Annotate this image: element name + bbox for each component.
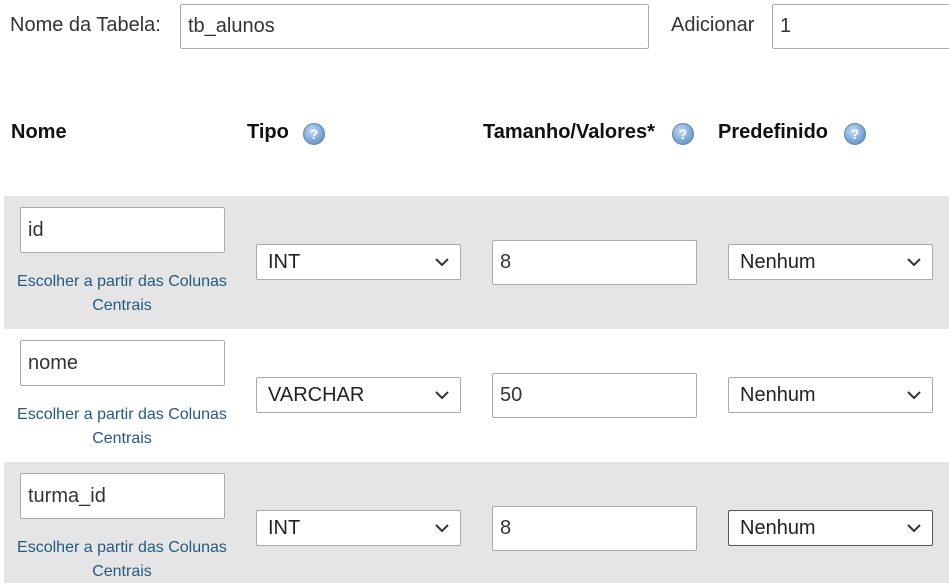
chevron-down-icon [435,521,449,535]
table-name-input[interactable]: tb_alunos [180,4,649,49]
column-row: nome Escolher a partir das Colunas Centr… [4,329,949,462]
chevron-down-icon [435,255,449,269]
column-type-select[interactable]: INT [256,244,461,280]
choose-central-columns-link[interactable]: Escolher a partir das Colunas Centrais [7,270,237,318]
header-default: Predefinido [718,121,829,143]
column-default-select[interactable]: Nenhum [728,510,933,546]
chevron-down-icon [907,521,921,535]
column-name-input[interactable]: turma_id [20,473,225,519]
chevron-down-icon [907,255,921,269]
column-length-input[interactable]: 8 [492,240,697,285]
selected-type: INT [268,250,301,273]
link-line: Escolher a partir das Colunas [17,539,227,556]
add-columns-count-input[interactable]: 1 [772,4,949,49]
column-name-input[interactable]: id [20,207,225,253]
help-icon[interactable]: ? [303,123,325,145]
header-type: Tipo [247,121,289,143]
column-name-input[interactable]: nome [20,340,225,386]
selected-default: Nenhum [740,516,816,539]
selected-default: Nenhum [740,250,816,273]
choose-central-columns-link[interactable]: Escolher a partir das Colunas Centrais [7,403,237,451]
selected-type: VARCHAR [268,383,365,406]
chevron-down-icon [435,388,449,402]
link-line: Centrais [92,563,152,580]
header-name: Nome [11,121,67,143]
add-columns-label: Adicionar [671,14,755,36]
column-default-select[interactable]: Nenhum [728,244,933,280]
link-line: Centrais [92,430,152,447]
link-line: Escolher a partir das Colunas [17,406,227,423]
choose-central-columns-link[interactable]: Escolher a partir das Colunas Centrais [7,536,237,584]
table-name-label: Nome da Tabela: [10,14,161,36]
chevron-down-icon [907,388,921,402]
help-icon[interactable]: ? [672,123,694,145]
column-type-select[interactable]: VARCHAR [256,377,461,413]
header-length-values: Tamanho/Valores* [483,121,655,143]
selected-type: INT [268,516,301,539]
link-line: Centrais [92,297,152,314]
selected-default: Nenhum [740,383,816,406]
column-default-select[interactable]: Nenhum [728,377,933,413]
link-line: Escolher a partir das Colunas [17,273,227,290]
column-row: turma_id Escolher a partir das Colunas C… [4,462,949,583]
column-length-input[interactable]: 50 [492,373,697,418]
help-icon[interactable]: ? [844,123,866,145]
column-type-select[interactable]: INT [256,510,461,546]
column-row: id Escolher a partir das Colunas Centrai… [4,196,949,329]
column-length-input[interactable]: 8 [492,506,697,551]
